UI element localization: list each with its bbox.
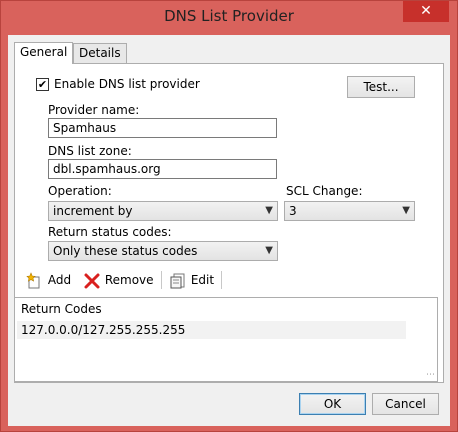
dns-list-zone-label: DNS list zone: [48, 144, 132, 158]
operation-select[interactable]: increment by ▼ [48, 201, 278, 221]
toolbar-separator [221, 271, 222, 289]
add-label: Add [47, 273, 72, 287]
checkmark-icon: ✔ [37, 78, 48, 91]
remove-icon [84, 273, 100, 288]
return-codes-list[interactable]: Return Codes 127.0.0.0/127.255.255.255 ⋯ [14, 297, 438, 382]
operation-label: Operation: [48, 184, 112, 198]
enable-dns-checkbox[interactable]: ✔ [36, 78, 49, 91]
test-button[interactable]: Test... [347, 76, 415, 98]
scl-change-selected-value: 3 [289, 204, 297, 218]
tab-general[interactable]: General [14, 42, 74, 64]
resize-grip-icon: ⋯ [426, 370, 435, 380]
return-status-label: Return status codes: [48, 225, 172, 239]
add-icon [26, 271, 40, 288]
provider-name-input[interactable]: Spamhaus [48, 118, 277, 138]
scl-change-select[interactable]: 3 ▼ [284, 201, 415, 221]
return-codes-header: Return Codes [21, 302, 102, 316]
chevron-down-icon: ▼ [265, 245, 273, 256]
return-status-select[interactable]: Only these status codes ▼ [48, 241, 278, 261]
chevron-down-icon: ▼ [265, 205, 273, 216]
dialog-client-area: General Details ✔ Enable DNS list provid… [8, 35, 450, 426]
toolbar-separator [161, 271, 162, 289]
remove-button[interactable]: Remove [83, 269, 154, 291]
close-icon: ✕ [420, 3, 432, 19]
enable-dns-label[interactable]: Enable DNS list provider [54, 77, 200, 91]
add-button[interactable]: Add [26, 269, 71, 291]
return-status-selected-value: Only these status codes [53, 244, 198, 258]
scl-change-label: SCL Change: [286, 184, 363, 198]
chevron-down-icon: ▼ [402, 205, 410, 216]
edit-button[interactable]: Edit [169, 269, 214, 291]
window-title: DNS List Provider [164, 7, 294, 25]
ok-button[interactable]: OK [299, 393, 366, 415]
edit-label: Edit [190, 273, 215, 287]
dialog-window: DNS List Provider ✕ General Details ✔ En… [0, 0, 458, 432]
title-bar[interactable]: DNS List Provider ✕ [1, 1, 457, 35]
operation-selected-value: increment by [53, 204, 133, 218]
list-item[interactable]: 127.0.0.0/127.255.255.255 [17, 321, 406, 339]
remove-label: Remove [104, 273, 154, 287]
close-button[interactable]: ✕ [403, 1, 449, 22]
edit-icon [170, 273, 185, 288]
provider-name-label: Provider name: [48, 103, 140, 117]
tab-details[interactable]: Details [73, 43, 127, 63]
dns-list-zone-input[interactable]: dbl.spamhaus.org [48, 159, 277, 179]
cancel-button[interactable]: Cancel [372, 393, 439, 415]
